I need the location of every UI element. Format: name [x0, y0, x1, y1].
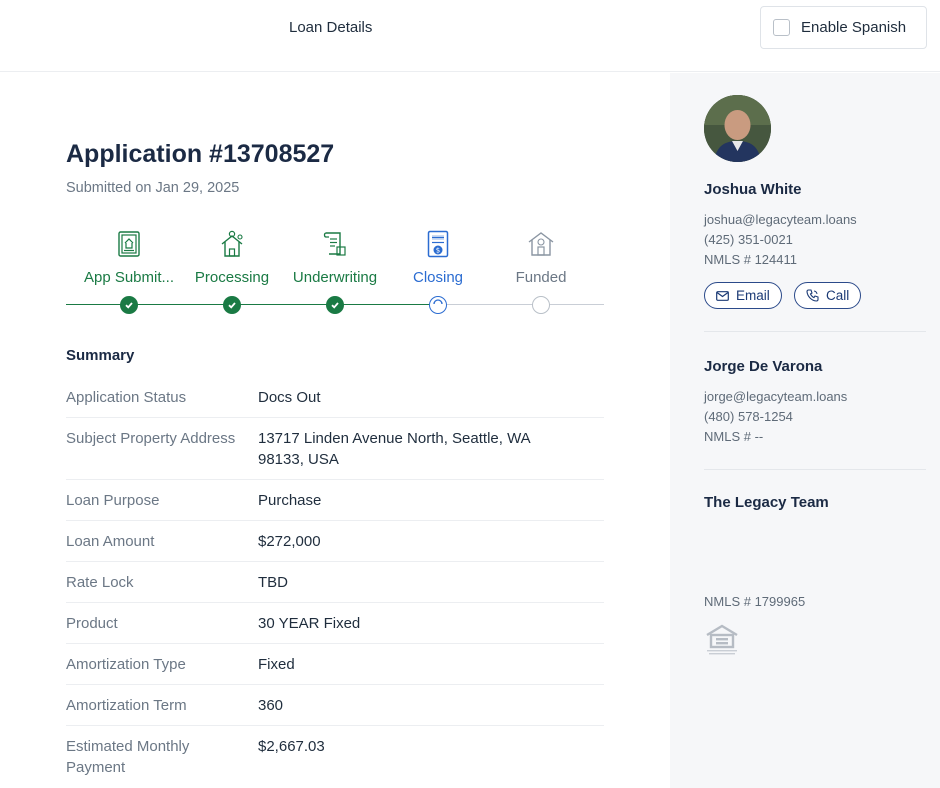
tab-loan-details[interactable]: Loan Details	[289, 19, 372, 36]
row-value: 13717 Linden Avenue North, Seattle, WA 9…	[258, 430, 530, 468]
check-icon	[228, 302, 236, 309]
avatar	[704, 95, 771, 162]
row-label: Loan Amount	[66, 533, 155, 550]
team-nmls: NMLS # 1799965	[704, 594, 806, 609]
table-row: Amortization Term 360	[66, 685, 604, 726]
submitted-date: Submitted on Jan 29, 2025	[66, 180, 240, 196]
table-row: Loan Amount $272,000	[66, 521, 604, 562]
secondary-contact-phone: (480) 578-1254	[704, 409, 793, 424]
table-row: Product 30 YEAR Fixed	[66, 603, 604, 644]
check-icon	[125, 302, 133, 309]
row-value: 360	[258, 697, 284, 714]
progress-icon	[433, 299, 443, 305]
svg-text:$: $	[436, 247, 440, 255]
summary-heading: Summary	[66, 347, 135, 364]
step-complete-indicator	[223, 296, 241, 314]
table-row: Application Status Docs Out	[66, 377, 604, 418]
house-dollar-icon	[489, 226, 593, 262]
contact-divider	[704, 469, 926, 470]
equal-housing-lender-icon	[704, 622, 740, 658]
row-label: Application Status	[66, 389, 187, 406]
row-value: TBD	[258, 574, 288, 591]
enable-spanish-toggle[interactable]: Enable Spanish	[760, 6, 927, 49]
step-funded: Funded	[489, 226, 593, 314]
closing-document-icon: $	[386, 226, 490, 262]
step-label: Funded	[515, 269, 567, 286]
table-row: Subject Property Address 13717 Linden Av…	[66, 418, 604, 480]
row-label: Product	[66, 615, 118, 632]
email-button[interactable]: Email	[704, 282, 782, 309]
row-label: Amortization Term	[66, 697, 187, 714]
step-processing: Processing	[180, 226, 284, 314]
step-label: App Submit...	[83, 269, 175, 286]
team-name: The Legacy Team	[704, 494, 829, 511]
page-title: Application #13708527	[66, 140, 335, 168]
top-bar: Loan Details Enable Spanish	[0, 0, 940, 72]
row-value: $272,000	[258, 533, 321, 550]
table-row: Amortization Type Fixed	[66, 644, 604, 685]
row-value: Purchase	[258, 492, 322, 509]
row-label: Subject Property Address	[66, 430, 236, 447]
step-label: Processing	[194, 269, 270, 286]
row-label: Rate Lock	[66, 574, 134, 591]
contact-divider	[704, 331, 926, 332]
row-value: Docs Out	[258, 389, 321, 406]
phone-icon	[806, 289, 819, 302]
primary-contact-email[interactable]: joshua@legacyteam.loans	[704, 212, 857, 227]
loan-progress-stepper: App Submit... Processing Underwriting $ …	[66, 226, 604, 321]
step-current-indicator	[429, 296, 447, 314]
secondary-contact-name: Jorge De Varona	[704, 358, 823, 375]
table-row: Estimated Monthly Payment $2,667.03	[66, 726, 604, 787]
primary-contact-phone: (425) 351-0021	[704, 232, 793, 247]
step-label: Underwriting	[292, 269, 378, 286]
primary-contact-name: Joshua White	[704, 181, 802, 198]
check-icon	[331, 302, 339, 309]
row-value: Fixed	[258, 656, 295, 673]
progress-line-remaining	[438, 304, 604, 305]
application-document-icon	[77, 226, 181, 262]
step-app-submitted: App Submit...	[77, 226, 181, 314]
row-label: Amortization Type	[66, 656, 186, 673]
secondary-contact-email[interactable]: jorge@legacyteam.loans	[704, 389, 847, 404]
enable-spanish-label: Enable Spanish	[801, 19, 907, 36]
house-gear-icon	[180, 226, 284, 262]
row-value: 30 YEAR Fixed	[258, 615, 361, 632]
step-complete-indicator	[120, 296, 138, 314]
step-closing: $ Closing	[386, 226, 490, 314]
primary-contact-nmls: NMLS # 124411	[704, 252, 797, 267]
table-row: Rate Lock TBD	[66, 562, 604, 603]
step-complete-indicator	[326, 296, 344, 314]
call-button-label: Call	[826, 288, 850, 303]
summary-table: Application Status Docs Out Subject Prop…	[66, 377, 604, 787]
scroll-document-icon	[283, 226, 387, 262]
email-button-label: Email	[736, 288, 770, 303]
spanish-checkbox[interactable]	[773, 19, 790, 36]
row-value: $2,667.03	[258, 738, 325, 755]
row-label: Estimated Monthly Payment	[66, 738, 190, 776]
step-underwriting: Underwriting	[283, 226, 387, 314]
table-row: Loan Purpose Purchase	[66, 480, 604, 521]
row-label: Loan Purpose	[66, 492, 160, 509]
step-label: Closing	[412, 269, 464, 286]
call-button[interactable]: Call	[794, 282, 862, 309]
mail-icon	[716, 290, 729, 301]
secondary-contact-nmls: NMLS # --	[704, 429, 764, 444]
step-pending-indicator	[532, 296, 550, 314]
